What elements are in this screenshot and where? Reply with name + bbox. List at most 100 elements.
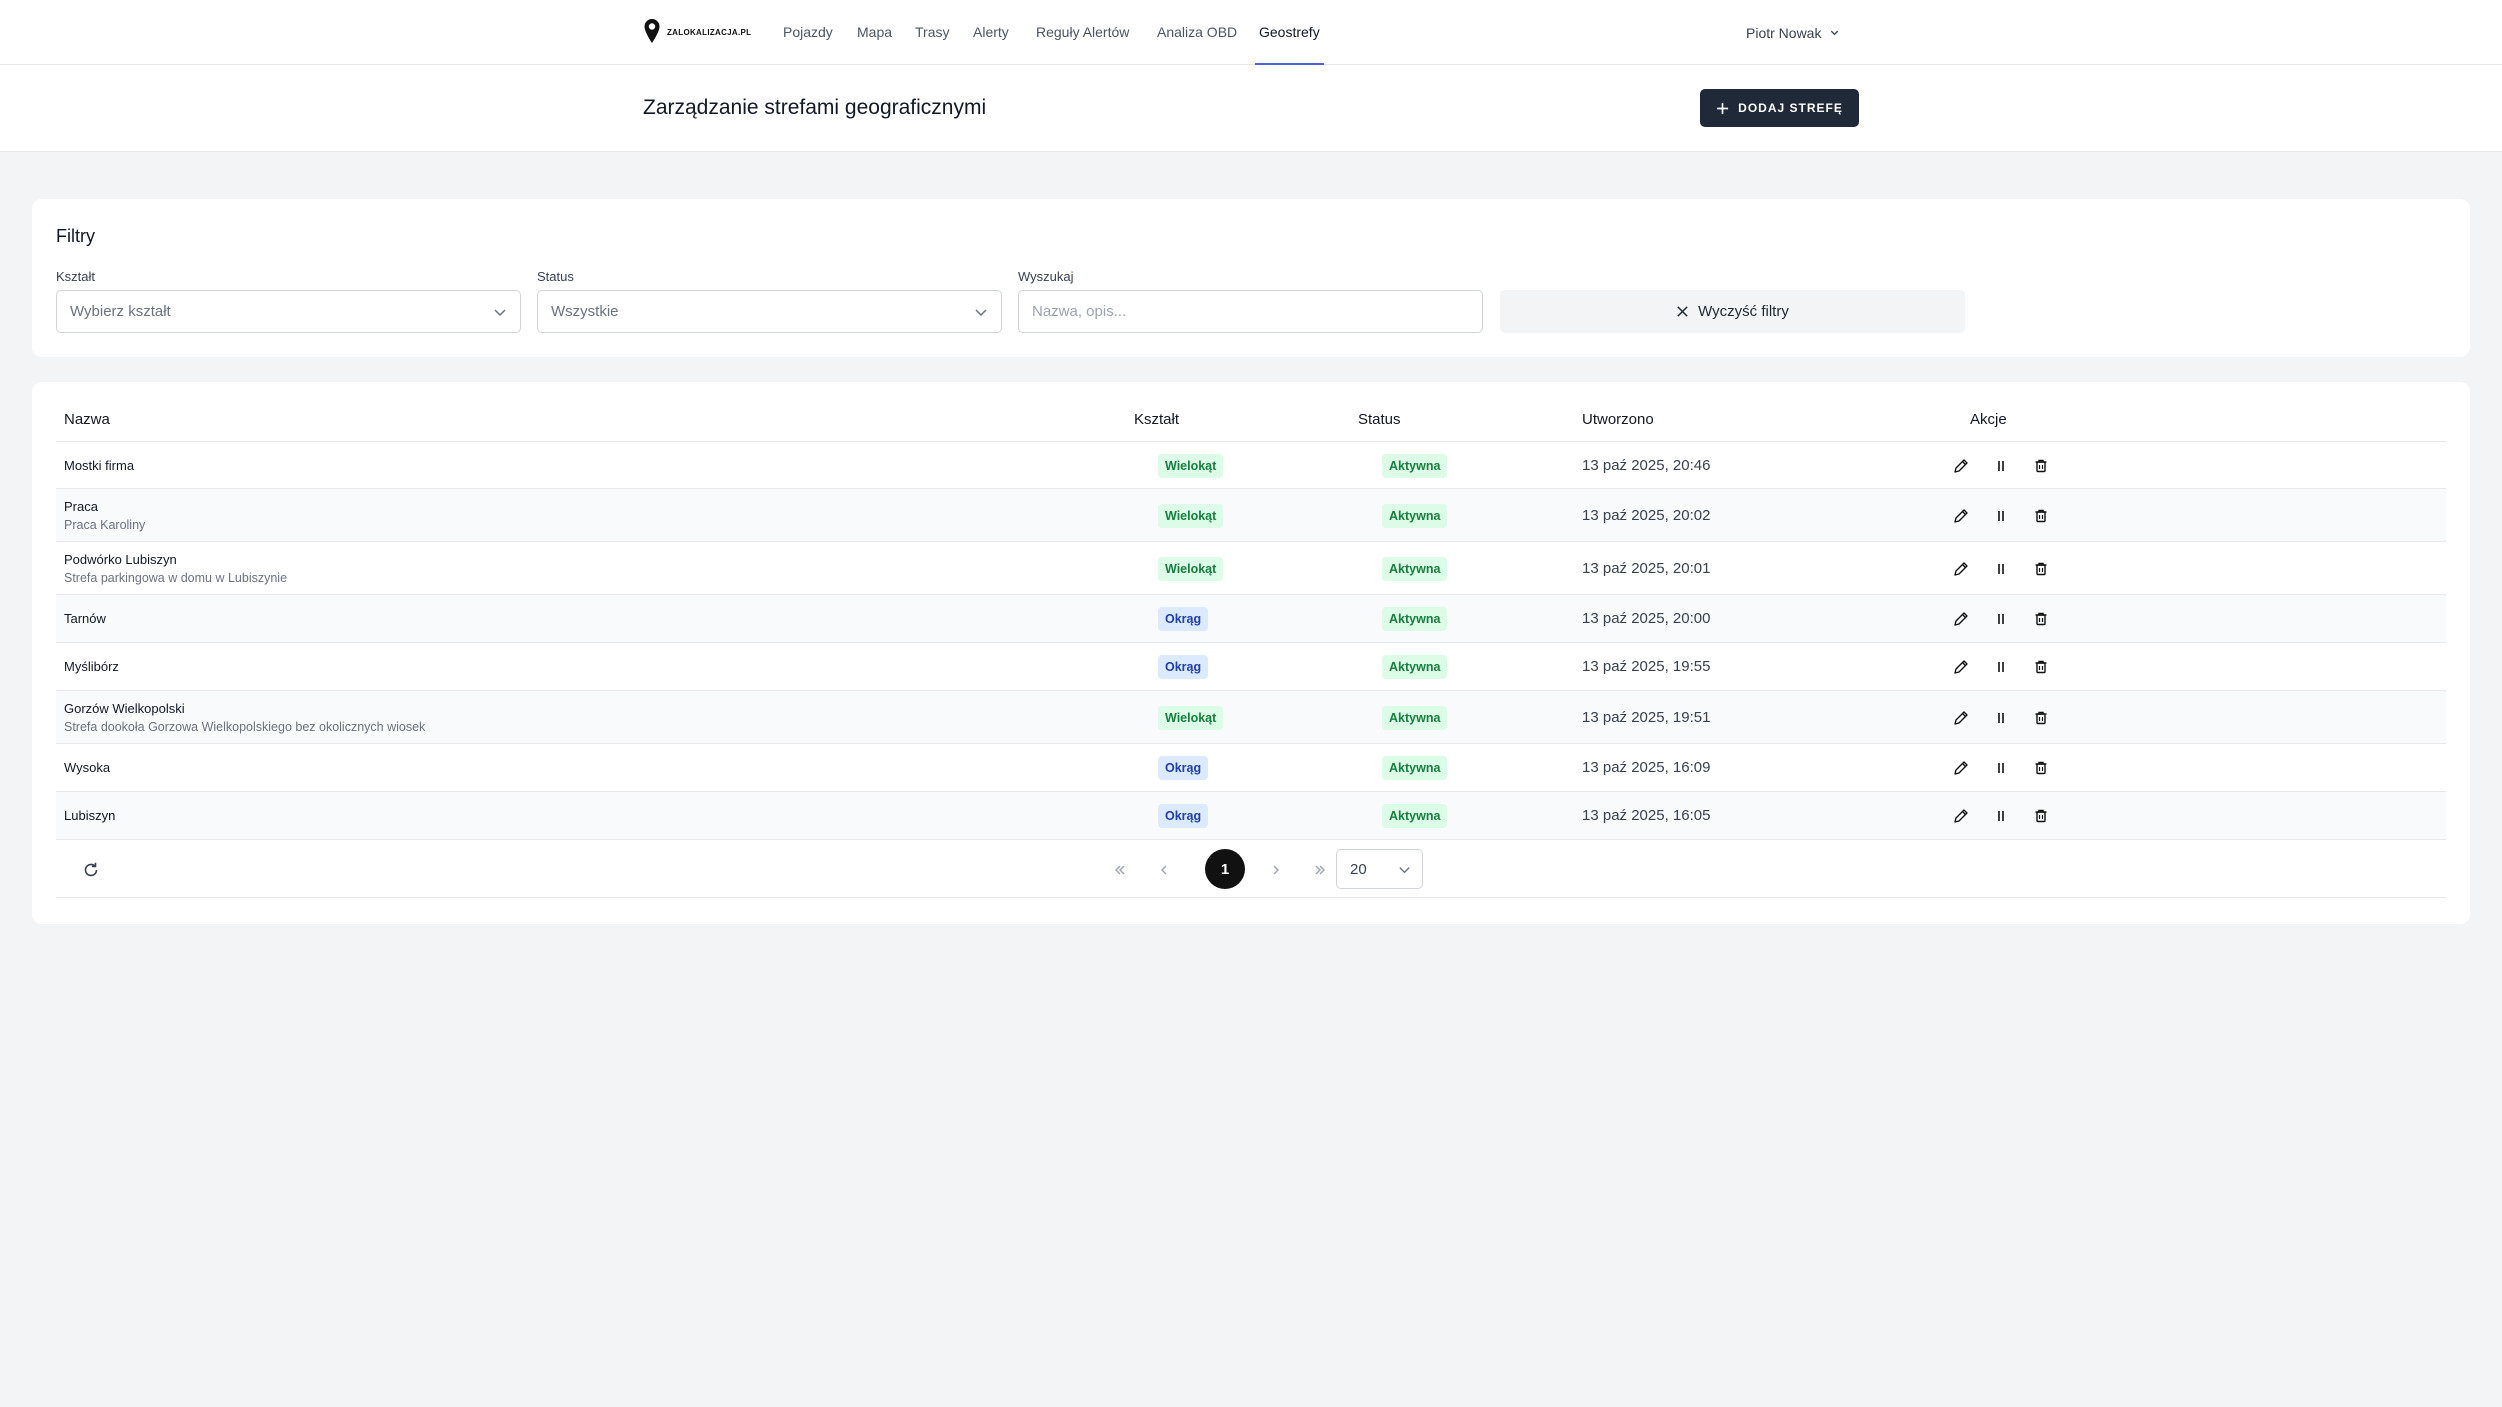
table-row[interactable]: Lubiszyn Okrąg Aktywna 13 paź 2025, 16:05 [56, 792, 2446, 840]
filters-title: Filtry [56, 226, 95, 246]
trash-icon[interactable] [2032, 610, 2050, 628]
first-page-button[interactable] [1110, 860, 1130, 880]
clear-filters-label: Wyczyść filtry [1698, 303, 1789, 320]
table-row[interactable]: Mostki firma Wielokąt Aktywna 13 paź 2025, … [56, 442, 2446, 489]
zone-name: Gorzów Wielkopolski [64, 700, 185, 716]
zone-name: Tarnów [64, 611, 106, 626]
zone-name: Praca [64, 498, 98, 514]
edit-icon[interactable] [1952, 658, 1970, 676]
current-page[interactable]: 1 [1205, 849, 1245, 889]
user-name: Piotr Nowak [1746, 24, 1822, 41]
next-page-button[interactable] [1266, 860, 1286, 880]
trash-icon[interactable] [2032, 507, 2050, 525]
created-date: 13 paź 2025, 20:00 [1582, 610, 1711, 627]
chevron-right-icon [1273, 865, 1279, 875]
pause-icon[interactable] [1992, 560, 2010, 578]
edit-icon[interactable] [1952, 759, 1970, 777]
status-badge: Aktywna [1382, 453, 1448, 478]
top-navigation: ZALOKALIZACJA.PL Pojazdy Mapa Trasy Alerty R… [0, 0, 2502, 65]
edit-icon[interactable] [1952, 807, 1970, 825]
edit-icon[interactable] [1952, 560, 1970, 578]
table-row[interactable]: Gorzów Wielkopolski Strefa dookoła Gorzow… [56, 691, 2446, 744]
status-badge: Aktywna [1382, 556, 1448, 581]
status-badge: Aktywna [1382, 655, 1448, 679]
add-zone-button[interactable]: DODAJ STREFĘ [1700, 89, 1859, 127]
table-row[interactable]: Podwórko Lubiszyn Strefa parkingowa w dom… [56, 542, 2446, 595]
trash-icon[interactable] [2032, 658, 2050, 676]
table-row[interactable]: Myślibórz Okrąg Aktywna 13 paź 2025, 19:55 [56, 643, 2446, 691]
trash-icon[interactable] [2032, 457, 2050, 475]
pause-icon[interactable] [1992, 807, 2010, 825]
search-input[interactable] [1018, 290, 1483, 333]
nav-link-2[interactable]: Trasy [915, 0, 949, 65]
table-row[interactable]: Tarnów Okrąg Aktywna 13 paź 2025, 20:00 [56, 595, 2446, 643]
status-badge: Aktywna [1382, 503, 1448, 528]
status-badge: Aktywna [1382, 804, 1448, 828]
search-label: Wyszukaj [1018, 269, 1074, 284]
shape-badge: Wielokąt [1158, 453, 1224, 478]
trash-icon[interactable] [2032, 709, 2050, 727]
shape-filter-select[interactable]: Wybierz kształt [56, 290, 521, 333]
pause-icon[interactable] [1992, 709, 2010, 727]
zone-name: Podwórko Lubiszyn [64, 551, 177, 567]
trash-icon[interactable] [2032, 560, 2050, 578]
nav-link-5[interactable]: Analiza OBD [1157, 0, 1237, 65]
trash-icon[interactable] [2032, 807, 2050, 825]
edit-icon[interactable] [1952, 457, 1970, 475]
chevron-left-icon [1161, 865, 1167, 875]
status-filter-select[interactable]: Wszystkie [537, 290, 1002, 333]
shape-badge: Wielokąt [1158, 705, 1224, 730]
page-title: Zarządzanie strefami geograficznymi [643, 96, 987, 119]
status-badge: Aktywna [1382, 705, 1448, 730]
pause-icon[interactable] [1992, 759, 2010, 777]
double-chevron-right-icon [1315, 865, 1325, 875]
nav-link-6[interactable]: Geostrefy [1255, 0, 1324, 65]
add-zone-label: DODAJ STREFĘ [1738, 101, 1843, 115]
brand-logo[interactable]: ZALOKALIZACJA.PL [643, 18, 751, 46]
last-page-button[interactable] [1310, 860, 1330, 880]
shape-filter-value: Wybierz kształt [70, 303, 171, 320]
shape-badge: Okrąg [1158, 655, 1209, 679]
created-date: 13 paź 2025, 16:05 [1582, 807, 1711, 824]
page-size-select[interactable]: 20 [1336, 849, 1423, 889]
zone-name: Lubiszyn [64, 808, 116, 823]
created-date: 13 paź 2025, 20:02 [1582, 506, 1711, 524]
shape-badge: Wielokąt [1158, 503, 1224, 528]
refresh-icon[interactable] [82, 861, 100, 879]
page-header: Zarządzanie strefami geograficznymi DODA… [0, 65, 2502, 152]
status-badge: Aktywna [1382, 756, 1448, 780]
location-pin-icon [644, 19, 660, 43]
user-menu[interactable]: Piotr Nowak [1746, 0, 1840, 65]
shape-filter-label: Kształt [56, 269, 96, 284]
created-date: 13 paź 2025, 19:51 [1582, 708, 1711, 726]
status-badge: Aktywna [1382, 607, 1448, 631]
table-row[interactable]: Praca Praca Karoliny Wielokąt Aktywna 13 paź… [56, 489, 2446, 542]
clear-filters-button[interactable]: Wyczyść filtry [1500, 290, 1965, 333]
nav-link-0[interactable]: Pojazdy [783, 0, 833, 65]
plus-icon [1717, 102, 1729, 114]
zone-description: Praca Karoliny [64, 517, 146, 532]
chevron-down-icon [494, 309, 506, 317]
pause-icon[interactable] [1992, 457, 2010, 475]
pause-icon[interactable] [1992, 610, 2010, 628]
page-size-value: 20 [1350, 860, 1367, 878]
nav-link-3[interactable]: Alerty [973, 0, 1009, 65]
zone-description: Strefa dookoła Gorzowa Wielkopolskiego b… [64, 719, 426, 734]
table-row[interactable]: Wysoka Okrąg Aktywna 13 paź 2025, 16:09 [56, 744, 2446, 792]
zone-name: Mostki firma [64, 457, 135, 473]
column-header: Akcje [1970, 411, 2007, 428]
edit-icon[interactable] [1952, 507, 1970, 525]
edit-icon[interactable] [1952, 610, 1970, 628]
pause-icon[interactable] [1992, 507, 2010, 525]
filters-card: Filtry Kształt Wybierz kształt Status Ws… [32, 199, 2470, 357]
status-filter-label: Status [537, 269, 574, 284]
nav-link-1[interactable]: Mapa [857, 0, 892, 65]
pause-icon[interactable] [1992, 658, 2010, 676]
edit-icon[interactable] [1952, 709, 1970, 727]
column-header: Nazwa [64, 411, 110, 428]
column-header: Kształt [1134, 411, 1180, 428]
prev-page-button[interactable] [1154, 860, 1174, 880]
trash-icon[interactable] [2032, 759, 2050, 777]
zone-description: Strefa parkingowa w domu w Lubiszynie [64, 570, 288, 585]
nav-link-4[interactable]: Reguły Alertów [1036, 0, 1129, 65]
